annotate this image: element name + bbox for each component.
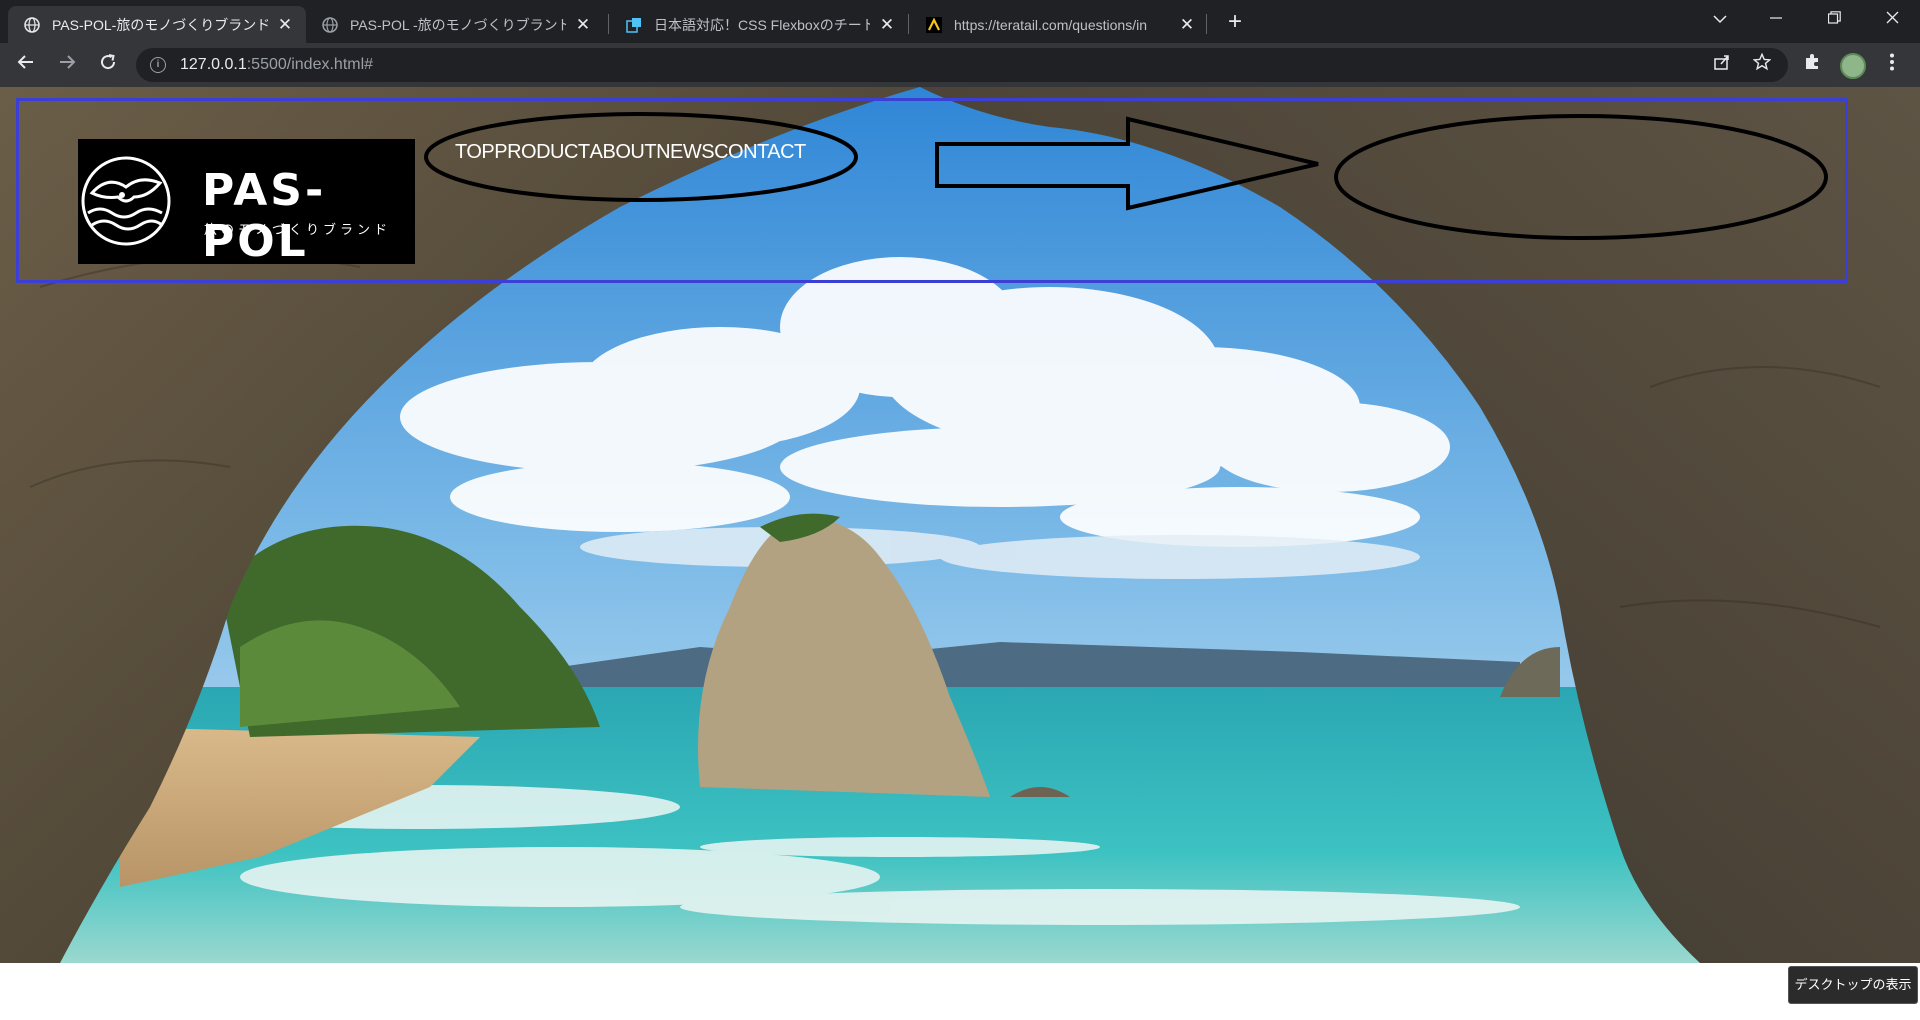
bookmark-star-icon[interactable] [1748,51,1776,79]
browser-toolbar: i 127.0.0.1:5500/index.html# [0,43,1920,87]
extensions-puzzle-icon[interactable] [1798,51,1826,79]
tab-separator [608,14,609,34]
global-nav: TOP PRODUCT ABOUT NEWS CONTACT [455,141,806,164]
close-tab-icon[interactable]: ✕ [574,15,592,35]
tab-separator [908,14,909,34]
forward-arrow-icon[interactable] [53,51,81,79]
tab-title: PAS-POL-旅のモノづくりブランド-|TAIL [52,16,268,33]
browser-tab-1[interactable]: PAS-POL-旅のモノづくりブランド-|TAIL ✕ [8,6,306,43]
nav-product[interactable]: PRODUCT [494,141,590,164]
address-path: :5500/index.html# [246,56,374,73]
nav-about[interactable]: ABOUT [590,141,657,164]
share-icon[interactable] [1708,51,1736,79]
nav-news[interactable]: NEWS [656,141,715,164]
close-tab-icon[interactable]: ✕ [1178,15,1196,35]
tab-title: 日本語対応！CSS Flexboxのチートシー [654,16,870,33]
restore-icon[interactable] [1806,0,1862,36]
address-bar[interactable]: i 127.0.0.1:5500/index.html# [136,48,1788,82]
flexbox-icon [626,17,642,33]
tab-search-chevron-icon[interactable] [1692,0,1748,36]
browser-tab-3[interactable]: 日本語対応！CSS Flexboxのチートシー ✕ [610,6,908,43]
back-arrow-icon[interactable] [12,51,40,79]
browser-tab-strip: PAS-POL-旅のモノづくりブランド-|TAIL ✕ PAS-POL -旅のモ… [0,0,1920,43]
tab-title: https://teratail.com/questions/in [954,16,1147,33]
new-tab-button[interactable]: + [1221,9,1249,37]
browser-tab-4[interactable]: https://teratail.com/questions/in ✕ [910,6,1208,43]
tab-title: PAS-POL -旅のモノづくりブランド- | TA [350,16,566,33]
close-tab-icon[interactable]: ✕ [878,15,896,35]
more-menu-icon[interactable] [1880,51,1904,79]
reload-icon[interactable] [94,51,122,79]
show-desktop-tooltip: デスクトップの表示 [1788,966,1918,1004]
brand-logo[interactable]: PAS-POL 旅のモノづくりブランド [78,139,415,267]
globe-icon [322,16,338,33]
logo-wordmark: PAS-POL [202,165,327,267]
close-tab-icon[interactable]: ✕ [276,15,294,35]
browser-tab-2[interactable]: PAS-POL -旅のモノづくりブランド- | TA ✕ [306,6,604,43]
minimize-icon[interactable] [1748,0,1804,36]
tab-separator [1206,14,1207,34]
nav-contact[interactable]: CONTACT [714,141,806,164]
address-host: 127.0.0.1 [180,56,247,73]
profile-avatar[interactable] [1840,53,1866,79]
page-viewport: PAS-POL 旅のモノづくりブランド TOP PRODUCT ABOUT NE… [0,87,1920,1020]
logo-mark-icon [81,156,171,246]
globe-icon [24,16,40,33]
teratail-icon [926,16,942,33]
logo-tagline: 旅のモノづくりブランド [204,223,392,238]
site-info-icon[interactable]: i [150,57,166,73]
nav-top[interactable]: TOP [455,141,495,164]
window-close-icon[interactable] [1864,0,1920,36]
